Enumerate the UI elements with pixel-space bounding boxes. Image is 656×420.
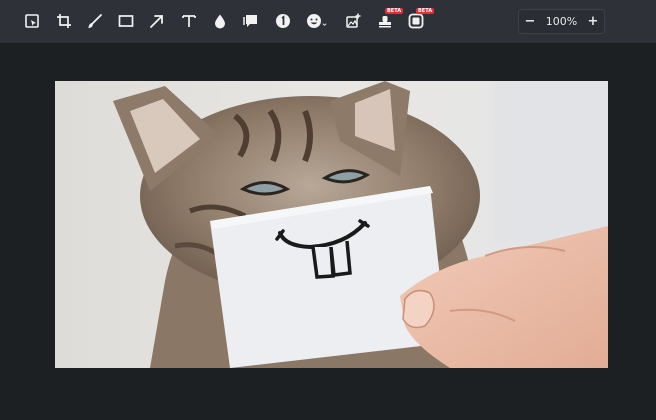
stamp-icon [379,16,391,28]
speech-bubble-tool[interactable] [236,6,266,36]
add-image-tool[interactable] [338,6,368,36]
image-plus-icon [346,13,361,28]
frame-icon [408,13,424,29]
emoji-tool[interactable] [299,6,329,36]
zoom-in-button[interactable]: + [582,11,604,33]
droplet-icon [215,14,225,29]
arrow-icon [150,15,163,28]
zoom-control: − 100% + [518,9,605,34]
text-tool[interactable] [174,6,204,36]
select-icon [25,14,39,28]
canvas-image[interactable] [55,81,608,368]
stamp-tool[interactable]: BETA [370,6,404,36]
smiley-icon [307,14,321,28]
pen-tool[interactable] [80,6,110,36]
speech-bubble-icon [243,15,257,27]
step-number-tool[interactable] [268,6,298,36]
number-circle-icon [276,14,290,28]
crop-icon [57,14,71,28]
crop-tool[interactable] [49,6,79,36]
text-icon [182,15,196,27]
chevron-down-icon [322,23,327,26]
arrow-tool[interactable] [142,6,172,36]
zoom-level: 100% [545,15,578,28]
cat-photo [55,81,608,368]
blur-tool[interactable] [205,6,235,36]
frame-tool[interactable]: BETA [401,6,435,36]
annotation-toolbar: BETA BETA − 100% + [0,0,656,43]
pen-icon [88,14,102,29]
rectangle-icon [118,15,134,27]
zoom-out-button[interactable]: − [519,11,541,33]
select-tool[interactable] [17,6,47,36]
beta-badge: BETA [416,8,435,14]
rectangle-tool[interactable] [111,6,141,36]
